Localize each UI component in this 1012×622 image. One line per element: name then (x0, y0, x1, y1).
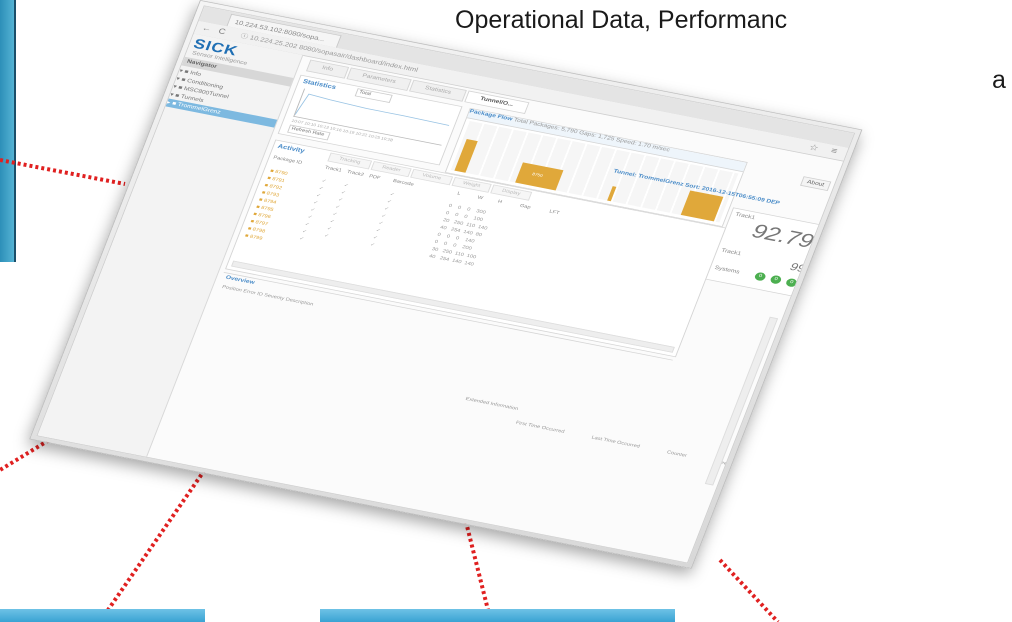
thumbnail-1 (0, 609, 205, 622)
flow-bar (680, 190, 724, 222)
activity-title: Activity (276, 142, 306, 155)
kpi-label-track1-b: Track1 (720, 247, 742, 257)
flow-bar-label: 8750 (531, 172, 544, 179)
back-icon[interactable]: ← (200, 24, 212, 34)
browser-menu-icon[interactable]: ≡ (829, 146, 838, 156)
col-h: H (496, 199, 503, 205)
col-first-time: First Time Occurred (514, 420, 566, 435)
tab-info[interactable]: Info (306, 59, 349, 79)
barcode-checks: ✓ ✓ ✓ ✓ ✓ ✓ ✓ ✓ (369, 192, 396, 248)
connector-activity (106, 453, 217, 612)
thumbnail-2 (320, 609, 675, 622)
track2-checks: ✓ ✓ ✓ ✓ ✓ ✓ ✓ ✓ (323, 183, 350, 239)
track1-checks: ✓ ✓ ✓ ✓ ✓ ✓ ✓ ✓ ✓ (298, 178, 328, 242)
col-track1: Track1 (324, 165, 343, 174)
col-last-time: Last Time Occurred (590, 435, 641, 450)
flow-bar (454, 138, 478, 173)
flow-bar: 8750 (515, 162, 564, 191)
col-track2: Track2 (346, 169, 365, 178)
connector-error-log (718, 558, 780, 622)
col-gap: Gap (519, 203, 532, 211)
bookmark-star-icon[interactable]: ☆ (808, 142, 821, 153)
extended-info-label: Extended Information (464, 396, 519, 412)
about-button[interactable]: About (799, 176, 832, 191)
col-barcode: Barcode (392, 178, 415, 188)
reload-icon[interactable]: C (217, 27, 227, 36)
flow-bar (607, 186, 617, 202)
col-w: W (476, 195, 484, 201)
connector-sidebar (0, 158, 126, 186)
col-l: L (456, 191, 462, 197)
overview-columns: Position Error ID Severity Description (221, 284, 314, 308)
kpi-label-systems: Systems (713, 265, 741, 276)
col-counter: Counter (666, 450, 688, 459)
package-flow-title: Package Flow (468, 108, 514, 123)
col-package-id: Package ID (272, 155, 303, 166)
status-dot-icon: 0 (753, 271, 767, 282)
status-dot-icon: 0 (769, 274, 783, 285)
kpi-label-track1: Track1 (734, 211, 756, 221)
dimension-values: 0 0 0 300 0 0 0 100 20 250 110 140 40 25… (428, 203, 488, 268)
overview-title: Overview (224, 274, 256, 286)
col-lft: LFT (548, 209, 560, 216)
col-pdf: PDF (368, 174, 381, 181)
